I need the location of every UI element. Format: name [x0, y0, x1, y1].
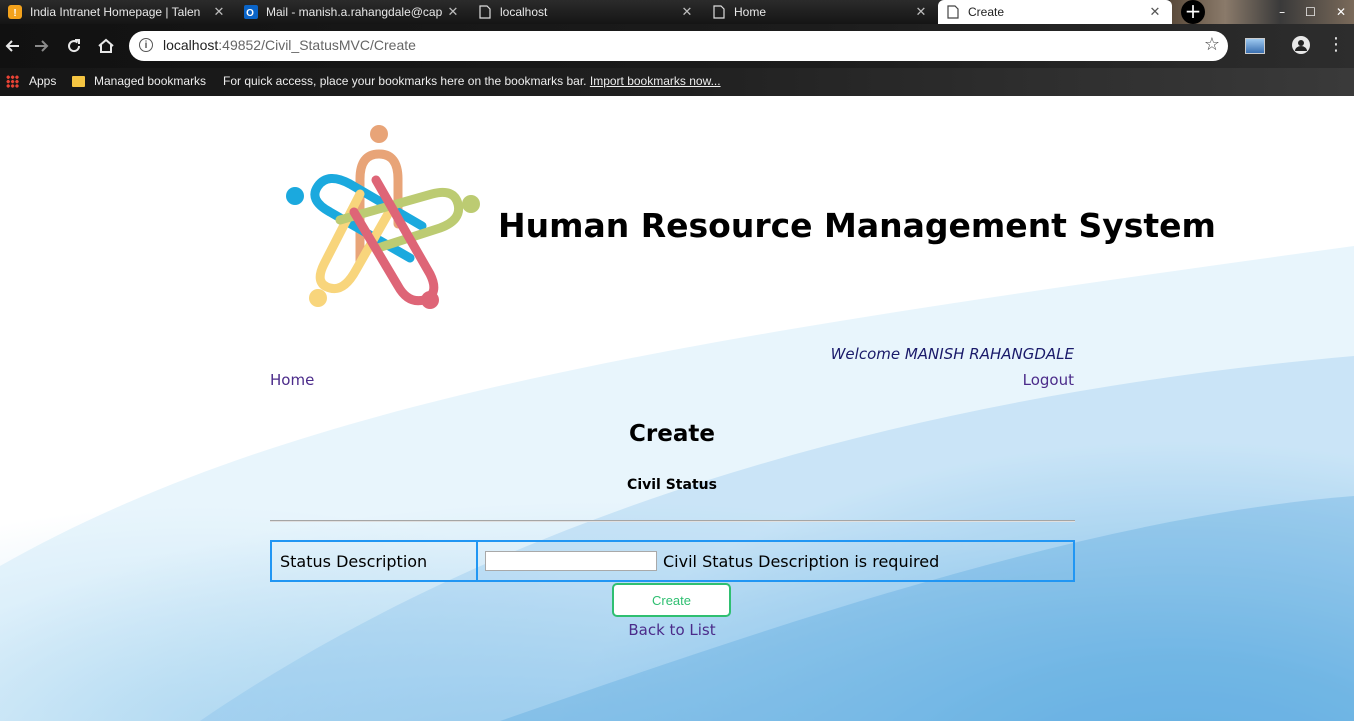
tab-mail[interactable]: O Mail - manish.a.rahangdale@cap ✕ — [236, 0, 470, 24]
home-link[interactable]: Home — [270, 371, 314, 389]
status-description-label: Status Description — [272, 542, 478, 580]
tab-bar: ! India Intranet Homepage | Talen ✕ O Ma… — [0, 0, 1354, 24]
bookmark-apps[interactable]: Apps — [6, 74, 56, 88]
page-icon — [712, 5, 726, 19]
star-icon[interactable]: ☆ — [1204, 34, 1220, 55]
close-icon[interactable]: ✕ — [914, 4, 928, 20]
home-icon[interactable] — [94, 34, 118, 58]
close-icon[interactable]: ✕ — [446, 4, 460, 20]
tab-localhost[interactable]: localhost ✕ — [470, 0, 704, 24]
bookmarks-hint: For quick access, place your bookmarks h… — [223, 74, 721, 88]
url-text: localhost:49852/Civil_StatusMVC/Create — [163, 37, 416, 53]
url-host: localhost — [163, 37, 219, 53]
import-bookmarks-link[interactable]: Import bookmarks now... — [590, 74, 721, 88]
site-title: Human Resource Management System — [498, 206, 1216, 245]
back-to-list-link[interactable]: Back to List — [0, 621, 1344, 639]
tab-home[interactable]: Home ✕ — [704, 0, 938, 24]
outlook-icon: O — [244, 5, 258, 19]
address-bar[interactable]: i localhost:49852/Civil_StatusMVC/Create… — [129, 31, 1228, 61]
maximize-icon[interactable]: ☐ — [1305, 5, 1316, 19]
hrms-logo — [286, 125, 480, 309]
info-icon[interactable]: i — [139, 38, 153, 52]
welcome-message: Welcome MANISH RAHANGDALE — [830, 345, 1074, 363]
close-icon[interactable]: ✕ — [212, 4, 226, 20]
menu-icon[interactable]: ⋮ — [1327, 34, 1345, 56]
bookmarks-hint-text: For quick access, place your bookmarks h… — [223, 74, 587, 88]
folder-icon — [72, 75, 85, 87]
page-body: Human Resource Management System Welcome… — [0, 96, 1354, 721]
toolbar: i localhost:49852/Civil_StatusMVC/Create… — [0, 24, 1354, 68]
page-title: Create — [629, 421, 715, 447]
bookmark-managed[interactable]: Managed bookmarks — [72, 74, 206, 88]
section-title: Civil Status — [627, 477, 717, 493]
bookmarks-bar: Apps Managed bookmarks For quick access,… — [0, 68, 1354, 96]
profile-icon[interactable] — [1292, 36, 1310, 54]
page-icon — [478, 5, 492, 19]
apps-grid-icon — [6, 74, 19, 88]
tab-create[interactable]: Create ✕ — [938, 0, 1172, 24]
bookmark-label: Managed bookmarks — [94, 74, 207, 88]
form-input-cell: Civil Status Description is required — [478, 542, 1073, 580]
tab-title: localhost — [500, 5, 548, 19]
status-description-input[interactable] — [485, 551, 657, 571]
forward-icon[interactable] — [30, 34, 54, 58]
reload-icon[interactable] — [62, 34, 86, 58]
tab-title: Home — [734, 5, 767, 19]
back-icon[interactable] — [0, 34, 24, 58]
tab-intranet[interactable]: ! India Intranet Homepage | Talen ✕ — [0, 0, 236, 24]
create-button[interactable]: Create — [612, 583, 731, 617]
validation-message: Civil Status Description is required — [663, 551, 940, 571]
tab-title: Mail - manish.a.rahangdale@cap — [266, 5, 443, 19]
extension-icon[interactable] — [1245, 38, 1265, 54]
window-controls: – ☐ ✕ — [1279, 0, 1346, 24]
new-tab-button[interactable]: + — [1181, 0, 1205, 24]
minimize-icon[interactable]: – — [1279, 5, 1285, 19]
divider — [270, 520, 1075, 522]
intranet-icon: ! — [8, 5, 22, 19]
close-icon[interactable]: ✕ — [1148, 4, 1162, 20]
window-close-icon[interactable]: ✕ — [1336, 5, 1346, 19]
bookmark-label: Apps — [29, 74, 57, 88]
close-icon[interactable]: ✕ — [680, 4, 694, 20]
url-path: :49852/Civil_StatusMVC/Create — [218, 37, 416, 53]
page-icon — [946, 5, 960, 19]
svg-text:!: ! — [13, 8, 16, 19]
tab-title: India Intranet Homepage | Talen — [30, 5, 201, 19]
logout-link[interactable]: Logout — [1023, 371, 1074, 389]
tab-title: Create — [968, 5, 1005, 19]
svg-text:O: O — [246, 8, 254, 19]
form-table: Status Description Civil Status Descript… — [270, 540, 1075, 582]
